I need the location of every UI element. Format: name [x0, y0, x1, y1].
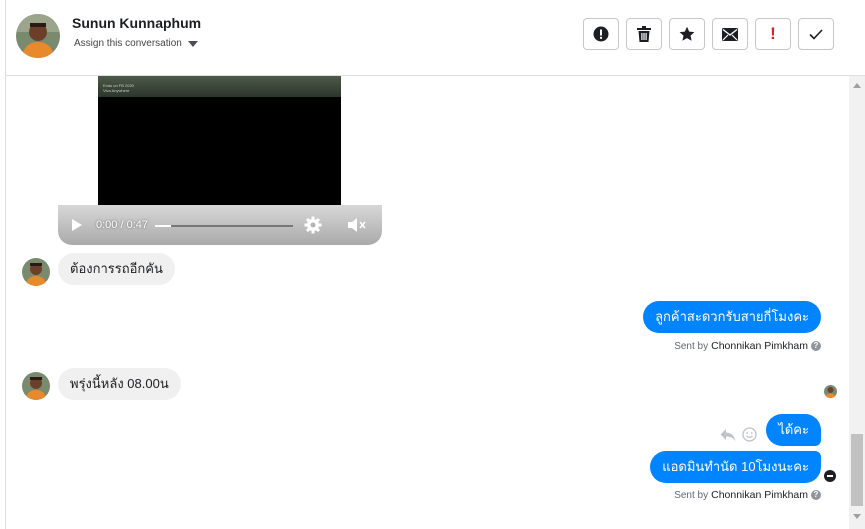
conversation-header: Sunun Kunnaphum Assign this conversation	[6, 0, 865, 76]
video-seek-bar[interactable]	[155, 225, 293, 227]
sent-by-name: Chonnikan Pimkham	[711, 340, 808, 352]
outgoing-message[interactable]: ได้คะ	[766, 414, 821, 446]
video-caption-line2: Viva Anywhere	[103, 88, 130, 93]
help-icon[interactable]: ?	[811, 341, 821, 351]
message-thread[interactable]: Ends on FB 2020 Viva Anywhere 0:00 / 0:4…	[6, 76, 849, 529]
sent-by-name: Chonnikan Pimkham	[711, 489, 808, 501]
scrollbar-thumb[interactable]	[851, 434, 863, 506]
emoji-reaction-icon[interactable]	[742, 427, 757, 442]
incoming-message[interactable]: ต้องการรถอีกคัน	[58, 253, 175, 285]
star-button[interactable]	[669, 18, 705, 50]
exclamation-icon: !	[770, 24, 776, 43]
assign-label: Assign this conversation	[74, 38, 182, 49]
outgoing-message[interactable]: แอดมินทำนัด 10โมงนะคะ	[650, 451, 821, 483]
delete-button[interactable]	[626, 18, 662, 50]
scroll-down-icon[interactable]	[853, 514, 861, 519]
message-actions	[720, 427, 757, 442]
conversation-toolbar: !	[583, 18, 834, 50]
mark-important-button[interactable]: !	[755, 18, 791, 50]
help-icon[interactable]: ?	[811, 490, 821, 500]
envelope-icon	[722, 27, 738, 41]
mark-done-button[interactable]	[798, 18, 834, 50]
play-icon[interactable]	[72, 219, 82, 231]
checkmark-icon	[809, 28, 823, 40]
sent-by-prefix: Sent by	[674, 340, 709, 352]
thread-scrollbar[interactable]	[849, 76, 865, 529]
mark-spam-button[interactable]	[583, 18, 619, 50]
assign-conversation-dropdown[interactable]: Assign this conversation	[74, 38, 198, 49]
alert-circle-icon	[593, 26, 609, 42]
sent-by-label: Sent by Chonnikan Pimkham ?	[674, 340, 821, 352]
mark-unread-button[interactable]	[712, 18, 748, 50]
video-time: 0:00 / 0:47	[96, 219, 148, 231]
contact-avatar[interactable]	[16, 14, 60, 58]
mute-icon[interactable]	[347, 217, 367, 233]
video-controls: 0:00 / 0:47	[58, 205, 382, 245]
seen-avatar-icon	[824, 385, 837, 398]
video-thumbnail: Ends on FB 2020 Viva Anywhere	[98, 76, 341, 97]
video-seek-progress	[155, 225, 171, 227]
sent-by-label: Sent by Chonnikan Pimkham ?	[674, 489, 821, 501]
star-icon	[679, 26, 695, 41]
delivered-status-icon	[824, 470, 836, 482]
gear-icon[interactable]	[304, 216, 322, 234]
outgoing-message[interactable]: ลูกค้าสะดวกรับสายกี่โมงคะ	[643, 301, 821, 333]
sent-by-prefix: Sent by	[674, 489, 709, 501]
contact-name[interactable]: Sunun Kunnaphum	[72, 15, 201, 31]
scroll-up-icon[interactable]	[853, 83, 861, 88]
contact-avatar-small	[22, 258, 50, 286]
trash-icon	[637, 26, 651, 42]
incoming-message[interactable]: พรุ่งนี้หลัง 08.00น	[58, 368, 181, 400]
video-caption: Ends on FB 2020 Viva Anywhere	[103, 83, 134, 93]
contact-avatar-small	[22, 372, 50, 400]
reply-icon[interactable]	[720, 428, 736, 442]
caret-down-icon	[187, 40, 198, 47]
